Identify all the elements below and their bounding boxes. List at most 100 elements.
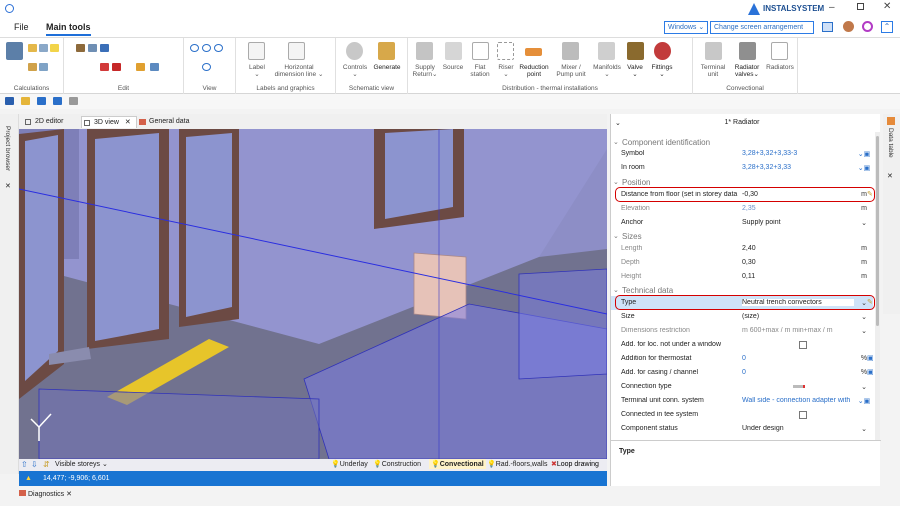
- change-screen-arrangement-dropdown[interactable]: Change screen arrangement ⌄: [710, 21, 814, 42]
- mixer-icon[interactable]: [562, 42, 579, 60]
- chevron-down-icon[interactable]: ⌄: [857, 219, 871, 227]
- dimension-line-icon[interactable]: [288, 42, 305, 60]
- data-table-label[interactable]: Data table: [887, 128, 894, 158]
- reduction-point-button[interactable]: Reduction point: [516, 64, 552, 78]
- fittings-icon[interactable]: [654, 42, 671, 60]
- align-icon[interactable]: [150, 63, 159, 71]
- diagnostics-tab[interactable]: Diagnostics ✕: [19, 490, 89, 502]
- save-icon[interactable]: [5, 97, 14, 105]
- valve-button[interactable]: Valve ⌄: [622, 64, 648, 78]
- restore-button[interactable]: [857, 3, 864, 10]
- collapse-ribbon-button[interactable]: ⌃: [881, 21, 893, 33]
- project-browser-label[interactable]: Project browser: [4, 126, 11, 171]
- zoom-in-icon[interactable]: [190, 44, 199, 52]
- paste-icon[interactable]: [76, 44, 85, 52]
- label-icon[interactable]: [248, 42, 265, 60]
- fittings-button[interactable]: Fittings ⌄: [648, 64, 676, 78]
- connected-tee-checkbox[interactable]: [799, 411, 807, 419]
- casing-addition-value[interactable]: 0: [742, 369, 854, 376]
- minimize-button[interactable]: –: [829, 2, 835, 13]
- row-dropdown-link-icon[interactable]: ⌄▣: [857, 150, 871, 158]
- mixer-pump-button[interactable]: Mixer / Pump unit: [553, 64, 589, 78]
- add-loc-checkbox[interactable]: [799, 341, 807, 349]
- depth-value[interactable]: 0,30: [742, 259, 854, 266]
- flat-station-icon[interactable]: [472, 42, 489, 60]
- panel-divider[interactable]: [611, 440, 881, 441]
- tab-2d-editor[interactable]: 2D editor: [23, 116, 79, 128]
- close-data-table-icon[interactable]: ✕: [887, 172, 893, 180]
- tools-icon[interactable]: [843, 21, 854, 32]
- manifolds-button[interactable]: Manifolds ⌄: [590, 64, 624, 78]
- close-button[interactable]: ✕: [883, 1, 891, 12]
- generate-icon[interactable]: [378, 42, 395, 60]
- terminal-conn-dropdown[interactable]: Wall side - connection adapter with: [742, 397, 854, 404]
- terminal-unit-button[interactable]: Terminal unit: [697, 64, 729, 78]
- delete-icon[interactable]: [112, 63, 121, 71]
- visible-storeys-dropdown[interactable]: Visible storeys ⌄: [55, 460, 108, 468]
- chevron-down-icon[interactable]: ⌄: [857, 313, 871, 321]
- symbol-value[interactable]: 3,28+3,32+3,33-3: [742, 150, 854, 157]
- zoom-out-icon[interactable]: [202, 44, 211, 52]
- undo-qat-icon[interactable]: [37, 97, 46, 105]
- calc-yellow-icon[interactable]: [50, 44, 59, 52]
- height-value[interactable]: 0,11: [742, 273, 854, 280]
- generate-button[interactable]: Generate: [370, 64, 404, 71]
- controls-icon[interactable]: [346, 42, 363, 60]
- menu-main-tools[interactable]: Main tools: [46, 22, 91, 36]
- radiators-button[interactable]: Radiators: [763, 64, 797, 71]
- 3d-viewport[interactable]: [19, 129, 607, 459]
- row-dropdown-link-icon[interactable]: ⌄▣: [857, 397, 871, 405]
- layer-rad-floors-walls[interactable]: 💡Rad.-floors,walls: [487, 460, 547, 468]
- monitor-icon[interactable]: [822, 22, 833, 32]
- dimensions-restriction-value[interactable]: m 600+max / m min+max / m: [742, 327, 854, 334]
- length-value[interactable]: 2,40: [742, 245, 854, 252]
- link-icon[interactable]: ▣: [867, 354, 874, 362]
- layer-loop-drawing[interactable]: ✖Loop drawing: [551, 460, 599, 468]
- storey-filter-icon[interactable]: ⇵: [43, 460, 50, 469]
- row-dropdown-link-icon[interactable]: ⌄▣: [857, 164, 871, 172]
- calculations-icon[interactable]: [6, 42, 23, 60]
- 3d-scene[interactable]: [19, 129, 607, 459]
- manifolds-icon[interactable]: [598, 42, 615, 60]
- calc-tool-icon[interactable]: [28, 44, 37, 52]
- valve-icon[interactable]: [627, 42, 644, 60]
- zoom-all-icon[interactable]: [202, 63, 211, 71]
- calc-grid-icon[interactable]: [39, 63, 48, 71]
- layer-convectional[interactable]: 💡Convectional: [429, 459, 486, 469]
- radiator-valves-button[interactable]: Radiator valves⌄: [729, 64, 765, 78]
- cut-icon[interactable]: [100, 63, 109, 71]
- scrollbar-thumb[interactable]: [876, 136, 879, 326]
- thermostat-addition-value[interactable]: 0: [742, 355, 854, 362]
- riser-icon[interactable]: [497, 42, 514, 60]
- tab-3d-view[interactable]: 3D view ✕: [81, 116, 137, 128]
- calc-table-icon[interactable]: [39, 44, 48, 52]
- copy-icon[interactable]: [88, 44, 97, 52]
- in-room-value[interactable]: 3,28+3,32+3,33: [742, 164, 854, 171]
- open-icon[interactable]: [21, 97, 30, 105]
- print-icon[interactable]: [69, 97, 78, 105]
- move-icon[interactable]: [136, 63, 145, 71]
- controls-button[interactable]: Controls ⌄: [340, 64, 370, 78]
- component-status-dropdown[interactable]: Under design: [742, 425, 854, 432]
- panel-scrollbar[interactable]: [875, 132, 880, 440]
- layer-underlay[interactable]: 💡Underlay: [331, 460, 368, 468]
- zoom-window-icon[interactable]: [214, 44, 223, 52]
- label-button[interactable]: Label ⌄: [242, 64, 272, 78]
- connection-type-icon[interactable]: [793, 385, 805, 388]
- radiators-icon[interactable]: [771, 42, 788, 60]
- supply-return-icon[interactable]: [416, 42, 433, 60]
- menu-file[interactable]: File: [14, 22, 29, 32]
- chevron-down-icon[interactable]: ⌄: [857, 383, 871, 391]
- source-icon[interactable]: [445, 42, 462, 60]
- calc-small-icon[interactable]: [28, 63, 37, 71]
- palette-icon[interactable]: [862, 21, 873, 32]
- chevron-down-icon[interactable]: ⌄: [857, 425, 871, 433]
- anchor-dropdown[interactable]: Supply point: [742, 219, 854, 226]
- layer-construction[interactable]: 💡Construction: [373, 460, 421, 468]
- windows-dropdown[interactable]: Windows ⌄: [664, 21, 709, 34]
- horizontal-dimension-button[interactable]: Horizontal dimension line ⌄: [270, 64, 328, 78]
- undo-icon[interactable]: [100, 44, 109, 52]
- link-icon[interactable]: ▣: [867, 368, 874, 376]
- supply-return-button[interactable]: Supply Return⌄: [410, 64, 440, 78]
- data-table-strip[interactable]: Data table ✕: [883, 114, 900, 314]
